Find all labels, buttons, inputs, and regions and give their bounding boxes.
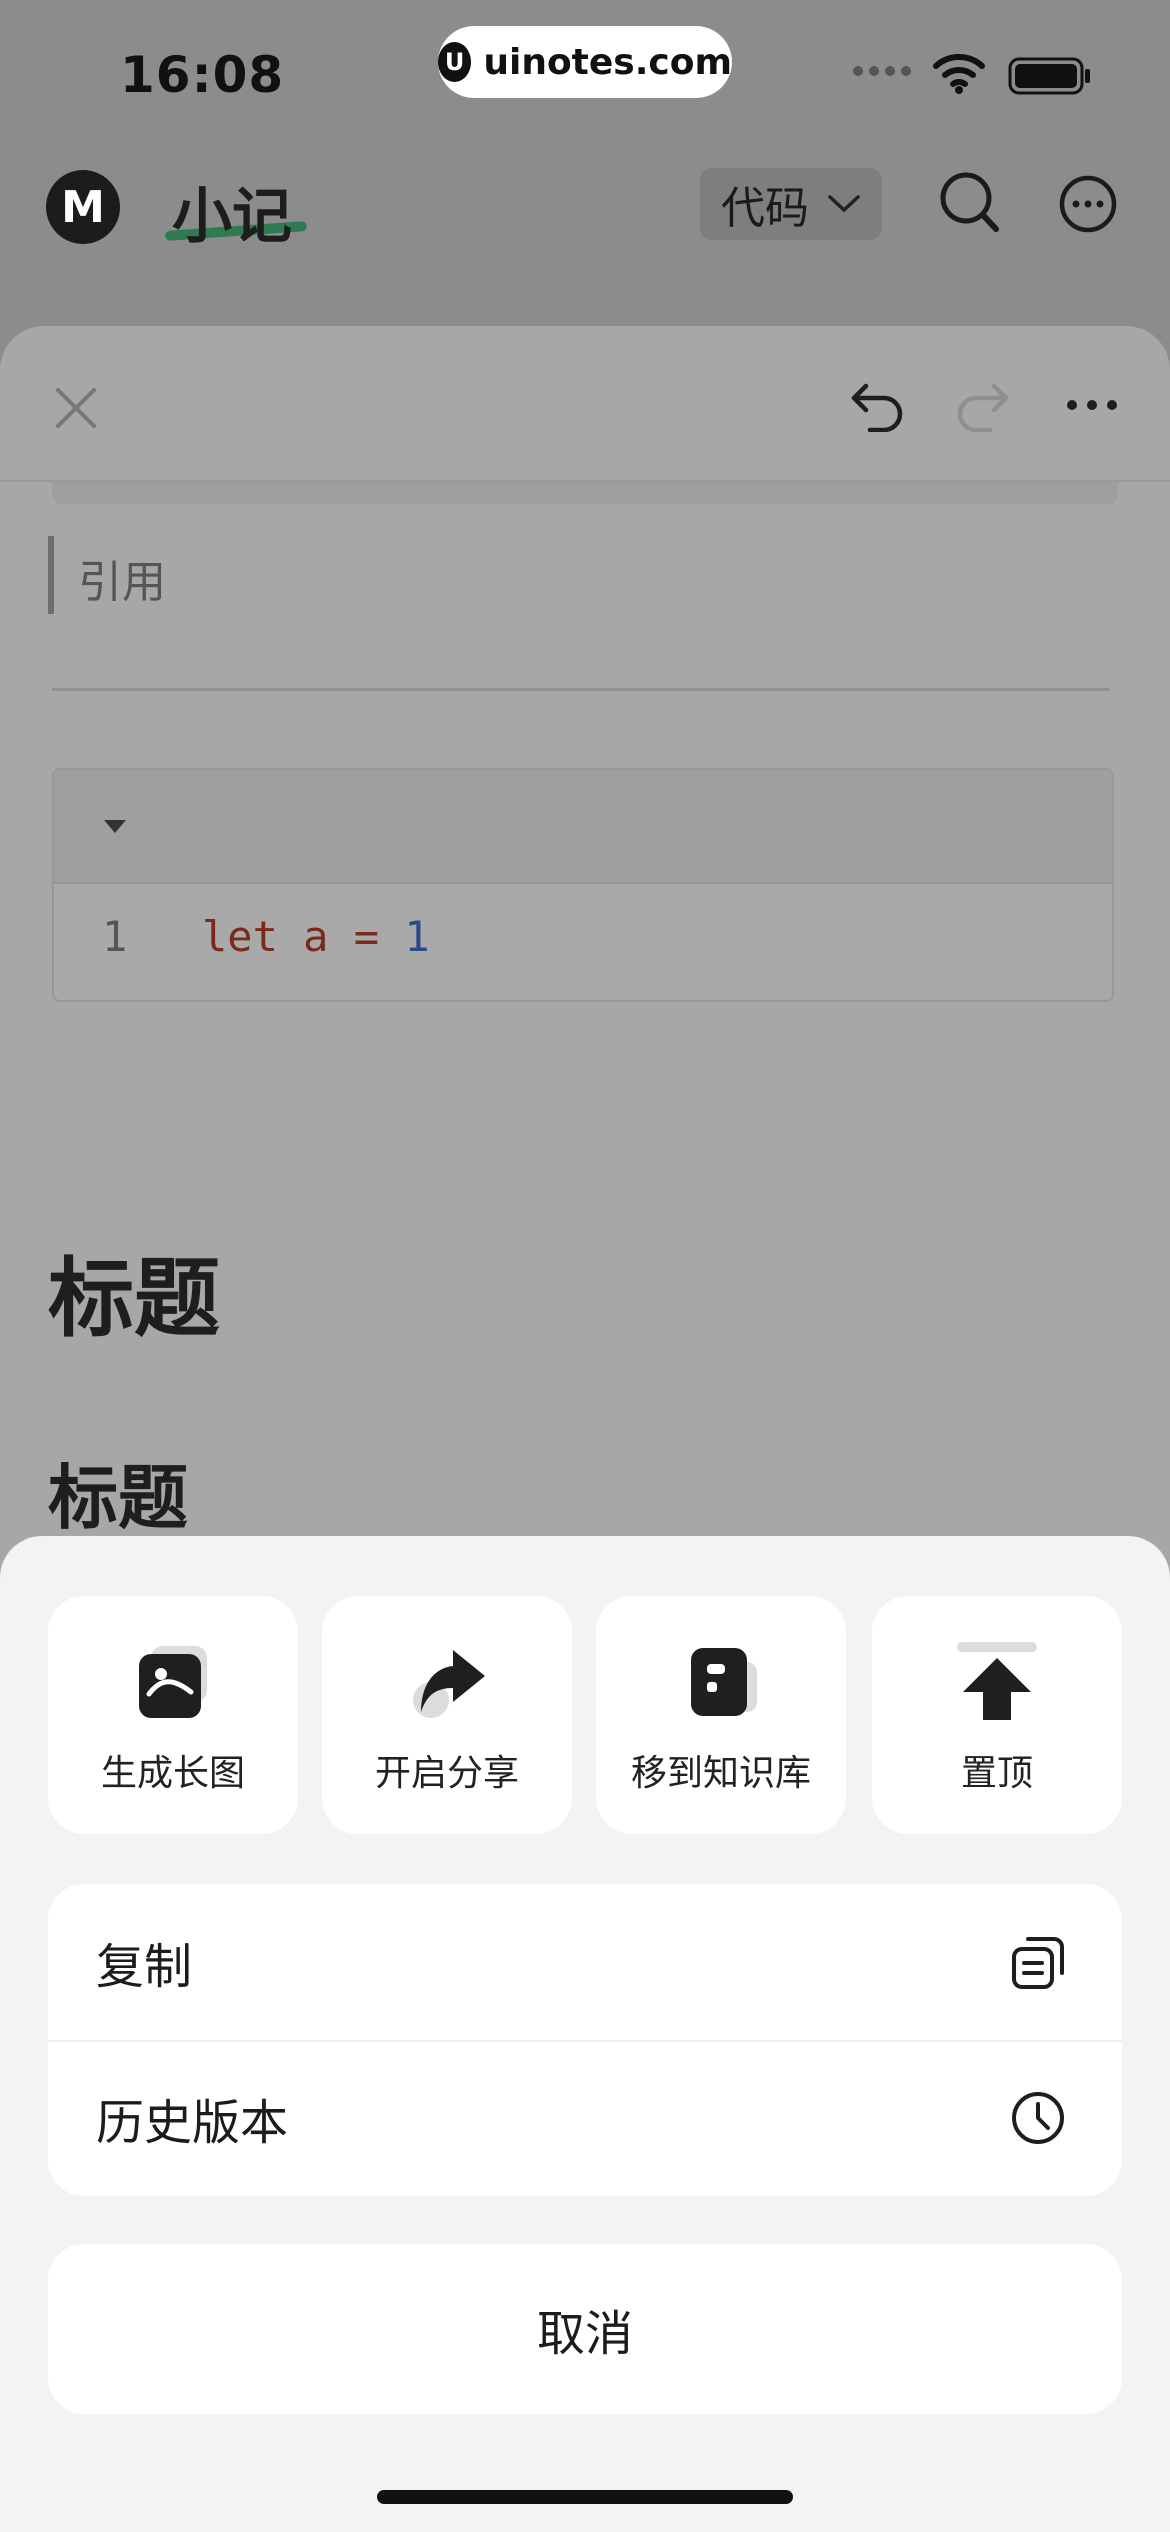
share-icon (407, 1642, 487, 1722)
quick-action-label: 开启分享 (374, 1753, 519, 1794)
heading-2[interactable]: 标题 (48, 1442, 188, 1543)
home-indicator[interactable] (377, 2490, 793, 2504)
site-logo-icon: U (438, 42, 472, 82)
quote-block[interactable]: 引用 (78, 546, 166, 610)
caret-down-icon[interactable] (104, 820, 126, 833)
quick-action-long-image[interactable]: 生成长图 (48, 1596, 298, 1834)
quote-bar (48, 536, 54, 614)
horizontal-rule (52, 688, 1110, 691)
cancel-button[interactable]: 取消 (48, 2244, 1122, 2414)
quick-action-label: 置顶 (960, 1753, 1033, 1794)
code-block-header (54, 770, 1112, 884)
code-block[interactable]: 1 let a = 1 (52, 768, 1114, 1002)
code-variable: a (303, 912, 329, 961)
code-keyword: let (202, 912, 278, 961)
cellular-signal-icon (853, 66, 911, 76)
copy-row[interactable]: 复制 (48, 1884, 1122, 2040)
code-number: 1 (404, 912, 430, 961)
code-line: let a = 1 (202, 912, 430, 961)
site-label: uinotes.com (483, 41, 732, 83)
history-clock-icon (1012, 2092, 1064, 2144)
quick-action-label: 移到知识库 (630, 1753, 811, 1794)
more-circle-icon[interactable] (1058, 174, 1118, 234)
battery-icon (1008, 57, 1090, 95)
chevron-down-icon (828, 195, 860, 213)
knowledge-base-icon (681, 1642, 761, 1722)
history-row[interactable]: 历史版本 (48, 2040, 1122, 2196)
previous-block-edge (52, 482, 1118, 504)
copy-label: 复制 (96, 1939, 193, 1995)
wifi-icon (933, 54, 985, 94)
search-icon[interactable] (938, 170, 1002, 236)
code-line-number: 1 (102, 912, 128, 961)
long-image-icon (133, 1642, 213, 1722)
copy-icon (1012, 1937, 1064, 1989)
action-list: 复制 历史版本 (48, 1884, 1122, 2196)
heading-1[interactable]: 标题 (48, 1228, 220, 1353)
action-sheet: 生成长图 开启分享 移到知识库 置顶 复制 历史版本 取消 (0, 1536, 1170, 2532)
quick-action-pin-top[interactable]: 置顶 (872, 1596, 1122, 1834)
undo-icon[interactable] (848, 378, 906, 432)
history-label: 历史版本 (96, 2095, 289, 2151)
close-icon[interactable] (54, 386, 98, 430)
code-operator: = (353, 912, 380, 961)
page-title: 小记 (172, 182, 292, 252)
status-time: 16:08 (120, 46, 285, 104)
quick-action-share[interactable]: 开启分享 (322, 1596, 572, 1834)
quick-action-move-to-knowledge-base[interactable]: 移到知识库 (596, 1596, 846, 1834)
quick-action-label: 生成长图 (100, 1753, 245, 1794)
site-badge: U uinotes.com (438, 26, 732, 98)
category-dropdown[interactable]: 代码 (700, 168, 882, 240)
app-logo-icon[interactable]: M (46, 170, 120, 244)
redo-icon[interactable] (954, 378, 1012, 432)
category-dropdown-label: 代码 (721, 183, 809, 234)
more-horizontal-icon[interactable] (1066, 398, 1118, 412)
pin-top-icon (957, 1642, 1037, 1722)
